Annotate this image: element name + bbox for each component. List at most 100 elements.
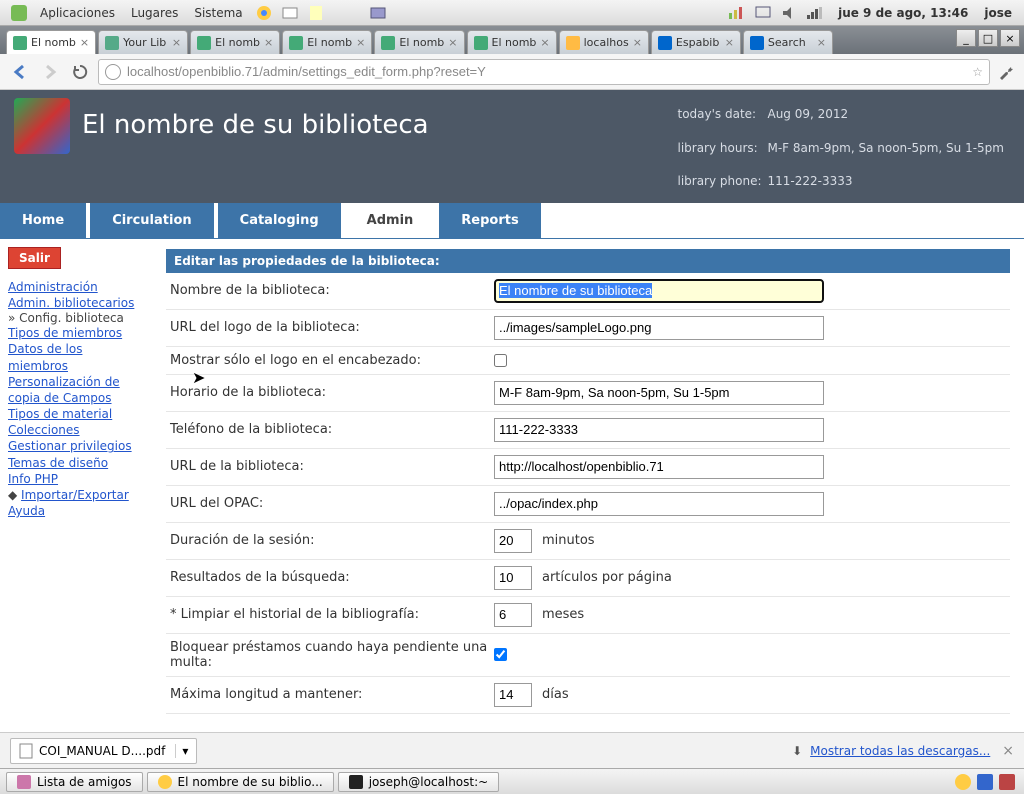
tab-close-icon[interactable]: × — [725, 36, 734, 49]
tab-label: El nomb — [399, 36, 444, 49]
favicon-icon — [105, 36, 119, 50]
sidebar-link-gestionar[interactable]: Gestionar privilegios — [8, 438, 144, 454]
sidebar-link-infophp[interactable]: Info PHP — [8, 471, 144, 487]
chrome-launcher-icon[interactable] — [255, 4, 273, 22]
show-all-downloads-link[interactable]: Mostrar todas las descargas... — [810, 744, 990, 758]
tab-5[interactable]: El nomb× — [467, 30, 557, 54]
tab-close-icon[interactable]: × — [540, 36, 549, 49]
sidebar-link-importar[interactable]: Importar/Exportar — [21, 488, 129, 502]
tab-cataloging[interactable]: Cataloging — [216, 203, 343, 238]
sidebar-link-tiposmaterial[interactable]: Tipos de material — [8, 406, 144, 422]
wrench-menu-icon[interactable] — [996, 62, 1016, 82]
sidebar-link-personalizacion[interactable]: Personalización de copia de Campos — [8, 374, 144, 406]
sidebar-link-temas[interactable]: Temas de diseño — [8, 455, 144, 471]
results-label: Resultados de la búsqueda: — [170, 570, 494, 585]
tab-close-icon[interactable]: × — [80, 36, 89, 49]
task-terminal[interactable]: joseph@localhost:~ — [338, 772, 500, 792]
bookmark-star-icon[interactable]: ☆ — [972, 65, 983, 79]
tab-close-icon[interactable]: × — [817, 36, 826, 49]
url-bar[interactable]: ☆ — [98, 59, 990, 85]
opac-input[interactable] — [494, 492, 824, 516]
logo-input[interactable] — [494, 316, 824, 340]
session-input[interactable] — [494, 529, 532, 553]
terminal-icon — [349, 775, 363, 789]
sidebar-link-ayuda[interactable]: Ayuda — [8, 503, 144, 519]
sidebar-link-colecciones[interactable]: Colecciones — [8, 422, 144, 438]
clock[interactable]: jue 9 de ago, 13:46 — [828, 6, 978, 20]
date-value: Aug 09, 2012 — [767, 98, 848, 132]
menu-applications[interactable]: Aplicaciones — [32, 6, 123, 20]
url-input[interactable] — [127, 64, 966, 79]
tab-home[interactable]: Home — [0, 203, 88, 238]
phone-form-label: Teléfono de la biblioteca: — [170, 422, 494, 437]
tab-close-icon[interactable]: × — [172, 36, 181, 49]
tab-close-icon[interactable]: × — [264, 36, 273, 49]
minimize-button[interactable]: _ — [956, 29, 976, 47]
user-menu[interactable]: jose — [978, 6, 1018, 20]
tab-4[interactable]: El nomb × — [374, 30, 464, 54]
forward-button[interactable] — [38, 60, 62, 84]
tab-reports[interactable]: Reports — [437, 203, 542, 238]
tray-trash-icon[interactable] — [999, 774, 1015, 790]
tab-close-icon[interactable]: × — [448, 36, 457, 49]
tab-7[interactable]: Espabib× — [651, 30, 741, 54]
tab-close-icon[interactable]: × — [633, 36, 642, 49]
sidebar-link-adminbib[interactable]: Admin. bibliotecarios — [8, 295, 144, 311]
tab-circulation[interactable]: Circulation — [88, 203, 215, 238]
session-suffix: minutos — [542, 533, 595, 548]
sidebar-link-administracion[interactable]: Administración — [8, 279, 144, 295]
tab-3[interactable]: El nomb× — [282, 30, 372, 54]
url-input-field[interactable] — [494, 455, 824, 479]
mail-icon[interactable] — [281, 4, 299, 22]
tray-workspace-icon[interactable] — [977, 774, 993, 790]
gnome-top-panel: Aplicaciones Lugares Sistema jue 9 de ag… — [0, 0, 1024, 26]
tab-1[interactable]: Your Lib × — [98, 30, 188, 54]
globe-icon — [105, 64, 121, 80]
speaker-icon[interactable] — [780, 4, 798, 22]
clear-input[interactable] — [494, 603, 532, 627]
close-download-bar-icon[interactable]: × — [1002, 743, 1014, 759]
hours-value: M-F 8am-9pm, Sa noon-5pm, Su 1-5pm — [767, 132, 1004, 166]
download-item[interactable]: COI_MANUAL D....pdf ▾ — [10, 738, 197, 764]
network-icon[interactable] — [806, 4, 824, 22]
favicon-icon — [474, 36, 488, 50]
menu-places[interactable]: Lugares — [123, 6, 186, 20]
download-dropdown-icon[interactable]: ▾ — [175, 744, 188, 758]
indicator-icon[interactable] — [728, 4, 746, 22]
maximize-button[interactable]: □ — [978, 29, 998, 47]
results-input[interactable] — [494, 566, 532, 590]
showlogo-checkbox[interactable] — [494, 354, 507, 367]
notes-icon[interactable] — [307, 4, 325, 22]
hours-input[interactable] — [494, 381, 824, 405]
maxlen-input[interactable] — [494, 683, 532, 707]
close-window-button[interactable]: × — [1000, 29, 1020, 47]
task-friends[interactable]: Lista de amigos — [6, 772, 143, 792]
phone-input[interactable] — [494, 418, 824, 442]
logout-button[interactable]: Salir — [8, 247, 61, 269]
block-label: Bloquear préstamos cuando haya pendiente… — [170, 640, 494, 670]
name-input[interactable] — [494, 279, 824, 303]
reload-button[interactable] — [68, 60, 92, 84]
window-list-icon[interactable] — [369, 4, 387, 22]
sidebar: Salir Administración Admin. bibliotecari… — [0, 239, 152, 724]
task-label: El nombre de su biblio... — [178, 775, 323, 789]
tray-chrome-icon[interactable] — [955, 774, 971, 790]
tab-6[interactable]: localhos× — [559, 30, 649, 54]
tab-close-icon[interactable]: × — [356, 36, 365, 49]
task-browser[interactable]: El nombre de su biblio... — [147, 772, 334, 792]
tab-label: Your Lib — [123, 36, 168, 49]
tab-8[interactable]: Search× — [743, 30, 833, 54]
tab-2[interactable]: El nomb× — [190, 30, 280, 54]
monitor-icon[interactable] — [754, 4, 772, 22]
menu-system[interactable]: Sistema — [186, 6, 250, 20]
date-label: today's date: — [677, 98, 767, 132]
favicon-icon — [13, 36, 27, 50]
page-body: Salir Administración Admin. bibliotecari… — [0, 239, 1024, 724]
tab-admin[interactable]: Admin — [343, 203, 438, 238]
sidebar-link-datosmiembros[interactable]: Datos de los miembros — [8, 341, 144, 373]
sidebar-link-tiposmiembros[interactable]: Tipos de miembros — [8, 325, 144, 341]
tab-0[interactable]: El nomb× — [6, 30, 96, 54]
back-button[interactable] — [8, 60, 32, 84]
url-form-label: URL de la biblioteca: — [170, 459, 494, 474]
block-checkbox[interactable] — [494, 648, 507, 661]
